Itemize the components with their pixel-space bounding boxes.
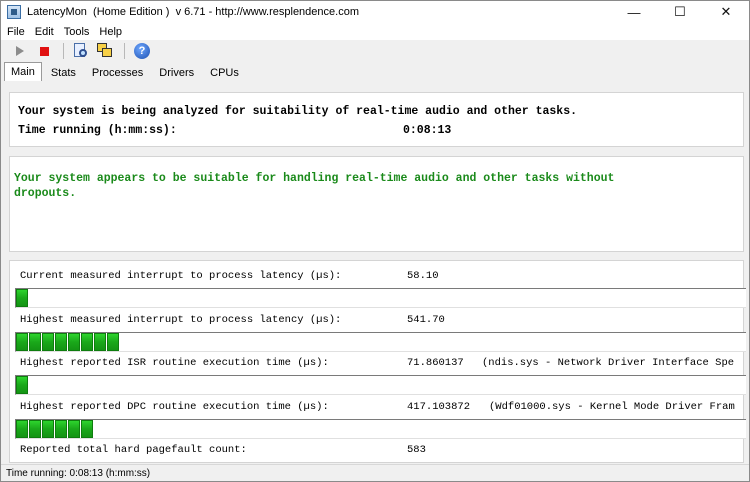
menu-help[interactable]: Help — [99, 26, 122, 38]
meter-segment — [16, 333, 28, 351]
toolbar: ? — [1, 40, 749, 62]
time-running-value: 0:08:13 — [403, 124, 452, 137]
meter-segment — [42, 333, 54, 351]
analysis-message: Your system is being analyzed for suitab… — [18, 105, 577, 118]
tab-strip: Main Stats Processes Drivers CPUs — [4, 62, 248, 81]
meter-fill — [16, 420, 746, 438]
metric-value: 71.860137 — [407, 357, 464, 369]
meter-fill — [16, 289, 746, 307]
meter-segment — [107, 333, 119, 351]
stop-icon — [39, 46, 49, 56]
latency-meter — [15, 288, 746, 308]
tab-processes[interactable]: Processes — [85, 64, 150, 81]
help-button[interactable]: ? — [131, 41, 153, 61]
main-content: Your system is being analyzed for suitab… — [6, 82, 746, 463]
metric-value: 58.10 — [407, 270, 439, 282]
meter-segment — [81, 420, 93, 438]
latency-meter — [15, 419, 746, 439]
menu-bar: File Edit Tools Help — [1, 23, 749, 40]
meter-segment — [29, 420, 41, 438]
metric-label: Highest measured interrupt to process la… — [20, 314, 342, 326]
start-button[interactable] — [9, 41, 31, 61]
metric-value: 417.103872 — [407, 401, 471, 413]
app-icon — [7, 5, 21, 19]
metric-value: 583 — [407, 444, 426, 456]
metric-driver: (ndis.sys - Network Driver Interface Spe — [482, 357, 735, 369]
menu-file[interactable]: File — [7, 26, 25, 38]
tab-cpus[interactable]: CPUs — [203, 64, 246, 81]
tab-stats[interactable]: Stats — [44, 64, 83, 81]
meter-segment — [68, 420, 80, 438]
metrics-panel: Current measured interrupt to process la… — [9, 260, 746, 463]
window-controls: — ☐ ✕ — [611, 1, 749, 23]
verdict-text: Your system appears to be suitable for h… — [14, 172, 622, 200]
metric-label: Highest reported ISR routine execution t… — [20, 357, 329, 369]
minimize-button[interactable]: — — [611, 1, 657, 23]
tab-drivers[interactable]: Drivers — [152, 64, 201, 81]
meter-segment — [16, 289, 28, 307]
menu-edit[interactable]: Edit — [35, 26, 54, 38]
close-button[interactable]: ✕ — [703, 1, 749, 23]
analysis-panel: Your system is being analyzed for suitab… — [9, 92, 744, 147]
tab-main[interactable]: Main — [4, 62, 42, 81]
stop-button[interactable] — [33, 41, 55, 61]
toolbar-separator — [63, 43, 64, 59]
meter-segment — [42, 420, 54, 438]
metric-value: 541.70 — [407, 314, 445, 326]
meter-fill — [16, 376, 746, 394]
toolbar-separator — [124, 43, 125, 59]
window-title: LatencyMon (Home Edition ) v 6.71 - http… — [27, 6, 359, 18]
meter-segment — [68, 333, 80, 351]
latency-meter — [15, 332, 746, 352]
time-running-label: Time running (h:mm:ss): — [18, 124, 177, 137]
metric-label: Highest reported DPC routine execution t… — [20, 401, 329, 413]
meter-segment — [16, 376, 28, 394]
meter-segment — [81, 333, 93, 351]
latencymon-window: LatencyMon (Home Edition ) v 6.71 - http… — [0, 0, 750, 482]
verdict-panel: Your system appears to be suitable for h… — [9, 156, 744, 252]
meter-fill — [16, 333, 746, 351]
menu-tools[interactable]: Tools — [64, 26, 90, 38]
windows-button[interactable] — [94, 41, 116, 61]
windows-icon — [97, 43, 113, 59]
help-icon: ? — [134, 43, 150, 59]
analyze-button[interactable] — [70, 41, 92, 61]
metric-label: Reported total hard pagefault count: — [20, 444, 247, 456]
meter-segment — [16, 420, 28, 438]
play-icon — [16, 46, 24, 56]
meter-segment — [29, 333, 41, 351]
search-icon — [73, 43, 89, 59]
metric-label: Current measured interrupt to process la… — [20, 270, 342, 282]
status-text: Time running: 0:08:13 (h:mm:ss) — [6, 467, 151, 479]
maximize-button[interactable]: ☐ — [657, 1, 703, 23]
meter-segment — [55, 420, 67, 438]
latency-meter — [15, 375, 746, 395]
metric-driver: (Wdf01000.sys - Kernel Mode Driver Fram — [489, 401, 735, 413]
status-bar: Time running: 0:08:13 (h:mm:ss) — [1, 464, 749, 481]
meter-segment — [55, 333, 67, 351]
title-bar: LatencyMon (Home Edition ) v 6.71 - http… — [1, 1, 749, 23]
meter-segment — [94, 333, 106, 351]
